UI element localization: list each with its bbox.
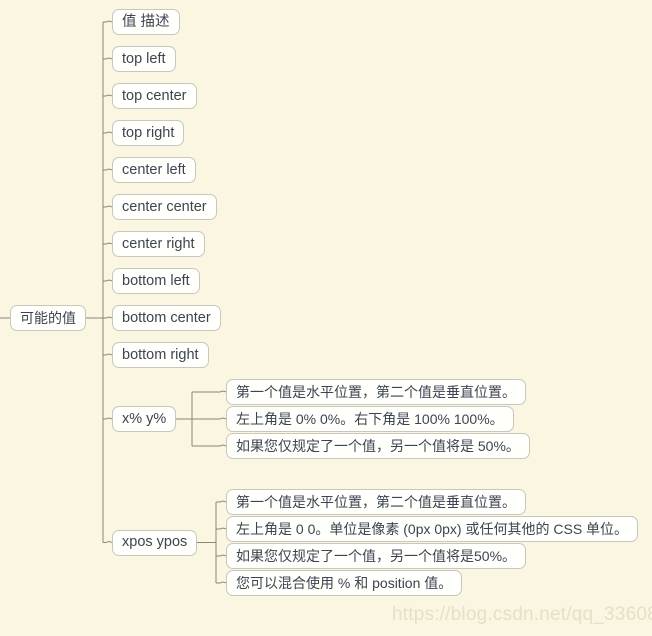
leaf-node[interactable]: 如果您仅规定了一个值，另一个值将是 50%。: [226, 433, 530, 459]
branch-node[interactable]: bottom left: [112, 268, 200, 294]
node-label: 左上角是 0% 0%。右下角是 100% 100%。: [236, 411, 504, 427]
node-label: 第一个值是水平位置，第二个值是垂直位置。: [236, 384, 516, 400]
node-label: 第一个值是水平位置，第二个值是垂直位置。: [236, 494, 516, 510]
leaf-node[interactable]: 第一个值是水平位置，第二个值是垂直位置。: [226, 379, 526, 405]
node-label: 您可以混合使用 % 和 position 值。: [236, 575, 453, 591]
node-label: bottom center: [122, 309, 211, 326]
node-label: bottom right: [122, 346, 199, 363]
node-label: 如果您仅规定了一个值，另一个值将是50%。: [236, 548, 517, 564]
node-label: center right: [122, 235, 195, 252]
node-label: 左上角是 0 0。单位是像素 (0px 0px) 或任何其他的 CSS 单位。: [236, 521, 629, 537]
branch-node[interactable]: center center: [112, 194, 217, 220]
node-label: top right: [122, 124, 175, 141]
branch-node[interactable]: center left: [112, 157, 196, 183]
branch-node[interactable]: x% y%: [112, 406, 177, 432]
leaf-node[interactable]: 您可以混合使用 % 和 position 值。: [226, 570, 463, 596]
branch-node[interactable]: bottom right: [112, 342, 209, 368]
mindmap-canvas: 可能的值 值 描述 top left top center top right cente…: [0, 0, 652, 636]
node-label: top left: [122, 50, 166, 67]
leaf-node[interactable]: 左上角是 0 0。单位是像素 (0px 0px) 或任何其他的 CSS 单位。: [226, 516, 639, 542]
branch-node[interactable]: xpos ypos: [112, 529, 198, 556]
leaf-node[interactable]: 第一个值是水平位置，第二个值是垂直位置。: [226, 489, 526, 515]
leaf-node[interactable]: 左上角是 0% 0%。右下角是 100% 100%。: [226, 406, 514, 432]
branch-node[interactable]: center right: [112, 231, 205, 257]
leaf-node[interactable]: 如果您仅规定了一个值，另一个值将是50%。: [226, 543, 527, 569]
node-label: 可能的值: [20, 310, 76, 326]
node-label: 值 描述: [122, 13, 170, 30]
root-node[interactable]: 可能的值: [10, 305, 86, 331]
node-label: 如果您仅规定了一个值，另一个值将是 50%。: [236, 438, 520, 454]
node-label: center left: [122, 161, 186, 178]
branch-node[interactable]: top center: [112, 83, 197, 109]
node-label: center center: [122, 198, 207, 215]
node-label: xpos ypos: [122, 534, 188, 551]
node-label: top center: [122, 87, 187, 104]
branch-node[interactable]: bottom center: [112, 305, 221, 331]
node-label: x% y%: [122, 410, 167, 427]
watermark-text: https://blog.csdn.net/qq_33608000: [392, 604, 652, 625]
node-label: bottom left: [122, 272, 190, 289]
branch-node[interactable]: top right: [112, 120, 185, 146]
branch-node[interactable]: top left: [112, 46, 176, 72]
branch-node[interactable]: 值 描述: [112, 9, 180, 35]
